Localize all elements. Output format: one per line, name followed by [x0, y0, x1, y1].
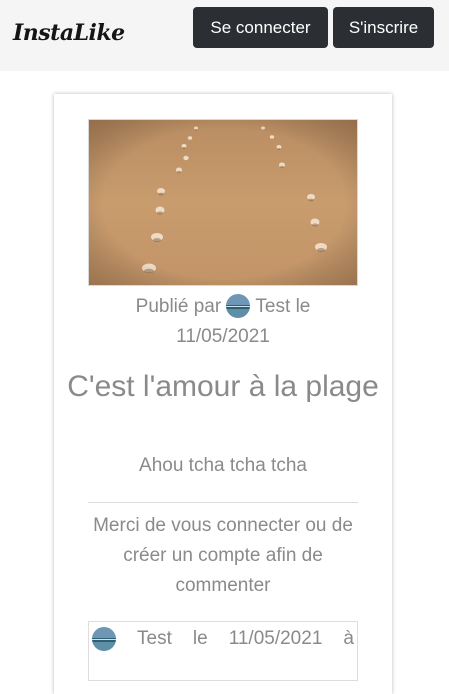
navbar: InstaLike Se connecter S'inscrire — [0, 0, 449, 71]
signup-button[interactable]: S'inscrire — [333, 7, 434, 48]
comment-author[interactable]: Test — [137, 628, 172, 650]
post-card: Publié par Test le 11/05/2021 C'est l'am… — [54, 94, 392, 694]
post-image[interactable] — [88, 119, 358, 286]
comment-item: Test le 11/05/2021 à — [88, 621, 358, 681]
footprints-image — [89, 120, 357, 285]
published-prefix: Publié par — [135, 296, 222, 317]
comment-date: 11/05/2021 — [228, 628, 323, 649]
post-meta: Publié par Test le 11/05/2021 — [54, 292, 392, 352]
comment-suffix: à — [343, 628, 354, 649]
divider — [88, 502, 358, 503]
author-avatar — [226, 294, 251, 318]
comment-login-prompt: Merci de vous connecter ou de créer un c… — [93, 515, 353, 596]
brand-logo[interactable]: InstaLike — [13, 20, 125, 46]
login-button[interactable]: Se connecter — [193, 7, 328, 48]
post-description: Ahou tcha tcha tcha — [139, 455, 307, 476]
comment-author-avatar — [92, 627, 116, 651]
date-prefix: le — [295, 296, 311, 317]
author-name[interactable]: Test — [255, 296, 290, 317]
comment-date-prefix: le — [192, 628, 208, 649]
post-date: 11/05/2021 — [176, 326, 270, 347]
post-title: C'est l'amour à la plage — [67, 370, 379, 403]
